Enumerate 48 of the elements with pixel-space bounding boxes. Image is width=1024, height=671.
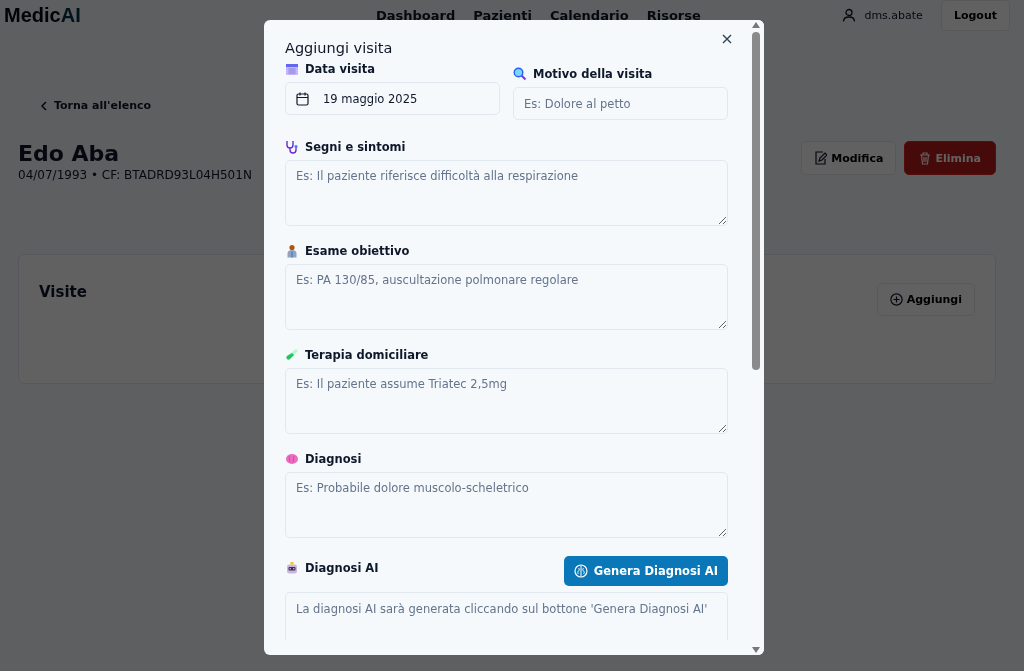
field-label: Data visita — [305, 62, 376, 76]
edit-button[interactable]: Modifica — [801, 141, 897, 175]
close-button[interactable] — [720, 32, 734, 46]
delete-button[interactable]: Elimina — [904, 141, 996, 175]
close-icon — [722, 34, 732, 44]
nav-link[interactable]: Dashboard — [376, 7, 456, 23]
section-title: Visite — [39, 283, 87, 301]
doctor-figure-icon — [285, 244, 299, 258]
scroll-down-icon — [752, 647, 760, 653]
brain-icon — [285, 452, 299, 466]
generate-ai-button[interactable]: Genera Diagnosi AI — [563, 556, 728, 586]
reason-input[interactable]: Es: Dolore al petto — [513, 87, 728, 120]
trash-icon — [919, 151, 932, 165]
field-label: Diagnosi — [305, 452, 362, 466]
edit-icon — [814, 151, 828, 165]
logo[interactable]: MedicAI — [4, 3, 364, 27]
field-label: Terapia domiciliare — [305, 348, 429, 362]
test-tube-icon — [285, 348, 299, 362]
plus-circle-icon — [889, 293, 903, 306]
text-area[interactable]: Es: Il paziente riferisce difficoltà alla respirazione — [285, 160, 728, 226]
modal-title: Aggiungi visita — [285, 40, 394, 56]
username: dms.abate — [864, 8, 923, 22]
back-link[interactable]: Torna all'elenco — [34, 98, 158, 113]
field-label: Diagnosi AI — [305, 561, 379, 575]
patient-info: 04/07/1993 • CF: BTADRD93L04H501N — [18, 168, 252, 182]
calendar-icon — [296, 91, 309, 106]
field-label: Esame obiettivo — [305, 244, 410, 258]
nav-link[interactable]: Pazienti — [473, 7, 532, 23]
magnifier-icon — [513, 67, 527, 81]
add-button[interactable]: Aggiungi — [876, 283, 975, 316]
text-area[interactable]: Es: Il paziente assume Triatec 2,5mg — [285, 368, 728, 434]
field-label: Motivo della visita — [533, 67, 653, 81]
nav-link[interactable]: Risorse — [646, 7, 701, 23]
patient-name: Edo Aba — [18, 141, 121, 166]
ai-diagnosis-field[interactable]: La diagnosi AI sarà generata cliccando sul bottone 'Genera Diagnosi AI' — [285, 592, 728, 640]
calendar-icon — [285, 62, 299, 76]
scroll-thumb[interactable] — [752, 32, 760, 370]
chevron-left-icon — [40, 100, 48, 111]
stethoscope-icon — [285, 140, 299, 154]
user-icon — [842, 8, 857, 22]
field-label: Segni e sintomi — [305, 140, 406, 154]
scroll-up-icon — [752, 22, 760, 28]
nav-link[interactable]: Calendario — [550, 7, 629, 23]
text-area[interactable]: Es: Probabile dolore muscolo-scheletrico — [285, 472, 728, 538]
text-area[interactable]: Es: PA 130/85, auscultazione polmonare regolare — [285, 264, 728, 330]
robot-icon — [285, 561, 299, 575]
logout-button[interactable]: Logout — [940, 0, 1010, 31]
date-field[interactable]: 19 maggio 2025 — [285, 82, 500, 115]
